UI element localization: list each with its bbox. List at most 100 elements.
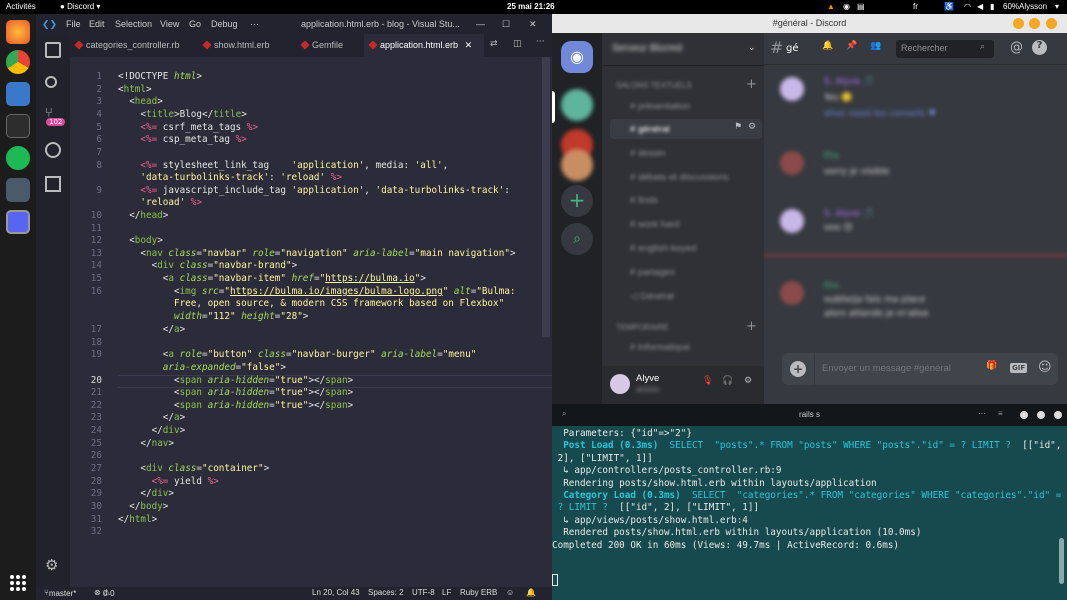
avatar[interactable] — [610, 374, 630, 394]
chrome-icon[interactable] — [6, 50, 30, 74]
maximize-button[interactable] — [1037, 411, 1045, 419]
server-menu-chevron-icon[interactable]: ⌄ — [748, 43, 756, 53]
problems-indicator[interactable]: ⊗ 0 ⚠ 0 — [94, 588, 115, 598]
emoji-icon[interactable]: ☺ — [1038, 360, 1052, 375]
help-icon[interactable]: ? — [1032, 40, 1047, 55]
tab-show-html-erb[interactable]: show.html.erb — [198, 34, 292, 57]
channel-item[interactable]: # dessin — [630, 148, 665, 159]
discord-icon[interactable] — [6, 210, 30, 234]
firefox-icon[interactable] — [6, 20, 30, 44]
notifications-bell-icon[interactable]: 🔔 — [526, 588, 536, 597]
minimize-icon[interactable]: — — [476, 19, 485, 29]
menu-selection[interactable]: Selection — [115, 19, 152, 29]
headphones-icon[interactable]: 🎧 — [722, 376, 733, 386]
server-name[interactable]: Serveur Blurred — [612, 43, 682, 54]
invite-icon[interactable]: ⚑ — [734, 122, 742, 132]
language-indicator[interactable]: fr — [913, 2, 918, 11]
cursor-position[interactable]: Ln 20, Col 43 — [312, 588, 360, 597]
language-mode[interactable]: Ruby ERB — [460, 588, 497, 597]
add-channel-icon[interactable]: + — [746, 319, 757, 334]
code-editor[interactable]: 1 2 3 4 5 6 7 8 9 10 11 12 13 14 15 16 17 18 19 20 21 22 23 24 2… — [70, 57, 552, 587]
close-icon[interactable]: ✕ — [529, 19, 537, 30]
finder-icon[interactable] — [6, 82, 30, 106]
encoding[interactable]: UTF-8 — [412, 588, 435, 597]
close-button[interactable] — [1046, 18, 1057, 29]
channel-item[interactable]: # débats et discussions — [630, 172, 729, 183]
menu-more[interactable]: ··· — [250, 19, 259, 29]
clock[interactable]: 25 mai 21:26 — [507, 2, 555, 11]
channel-item[interactable]: # english-keyed — [630, 243, 697, 254]
split-editor-icon[interactable]: ◫ — [513, 39, 522, 49]
volume-icon[interactable]: ◀ — [977, 2, 983, 11]
channel-item[interactable]: # informatique — [630, 342, 690, 353]
menu-debug[interactable]: Debug — [211, 19, 238, 29]
menu-view[interactable]: View — [160, 19, 179, 29]
maximize-button[interactable] — [1029, 18, 1040, 29]
menu-go[interactable]: Go — [189, 19, 201, 29]
channel-item-general[interactable]: # général — [630, 124, 670, 135]
debug-icon[interactable] — [45, 142, 61, 158]
eye-icon[interactable]: ◉ — [843, 2, 850, 11]
battery-icon[interactable]: ▮ — [990, 2, 994, 11]
channel-item[interactable]: # partages — [630, 267, 675, 278]
channel-item[interactable]: # présentation — [630, 101, 690, 112]
category-header[interactable]: TEMPORAIRE — [616, 323, 669, 332]
terminal-search-icon[interactable]: ⌕ — [562, 409, 566, 419]
message-input[interactable]: + Envoyer un message #général 🎁 GIF ☺ — [782, 353, 1058, 385]
server-icon[interactable] — [561, 89, 593, 121]
add-channel-icon[interactable]: + — [746, 77, 757, 92]
menu-edit[interactable]: Edit — [89, 19, 105, 29]
minimize-button[interactable] — [1020, 411, 1028, 419]
bell-icon[interactable]: 🔔 — [822, 41, 833, 51]
channel-item[interactable]: ◁ Général — [630, 291, 674, 302]
maximize-icon[interactable]: ☐ — [502, 19, 510, 30]
server-icon[interactable] — [561, 149, 593, 181]
gift-icon[interactable]: 🎁 — [986, 361, 997, 371]
wifi-icon[interactable]: ◠ — [964, 2, 971, 11]
user-settings-gear-icon[interactable]: ⚙ — [744, 376, 752, 386]
user-menu[interactable]: Alysson — [1019, 2, 1047, 11]
feedback-smiley-icon[interactable]: ☺ — [506, 588, 514, 597]
mentions-icon[interactable]: @ — [1010, 40, 1023, 55]
members-icon[interactable]: 👥 — [870, 41, 881, 51]
activities-button[interactable]: Activités — [6, 2, 36, 11]
add-server-icon[interactable]: + — [561, 185, 593, 217]
minimize-button[interactable] — [1013, 18, 1024, 29]
terminal-menu-icon[interactable]: ⋯ — [978, 409, 986, 418]
channel-item[interactable]: # work hard — [630, 219, 680, 230]
close-button[interactable] — [1054, 411, 1062, 419]
attach-file-icon[interactable]: + — [790, 361, 806, 377]
spotify-icon[interactable] — [6, 146, 30, 170]
search-icon[interactable] — [45, 76, 57, 88]
menu-file[interactable]: File — [66, 19, 81, 29]
end-of-line[interactable]: LF — [442, 588, 451, 597]
discord-home-icon[interactable]: ◉ — [561, 41, 593, 73]
tab-categories-controller[interactable]: categories_controller.rb — [70, 34, 196, 57]
settings-gear-icon[interactable]: ⚙ — [45, 556, 61, 574]
tab-application-html-erb[interactable]: application.html.erb ✕ — [364, 34, 484, 57]
category-header[interactable]: SALONS TEXTUELS — [616, 81, 692, 90]
explorer-icon[interactable] — [45, 42, 61, 58]
search-input[interactable]: Rechercher ⌕ — [896, 40, 994, 58]
pin-icon[interactable]: 📌 — [846, 41, 857, 51]
tab-gemfile[interactable]: Gemfile — [296, 34, 362, 57]
tab-close-icon[interactable]: ✕ — [465, 40, 473, 50]
channel-item[interactable]: # finds — [630, 195, 658, 206]
show-applications-icon[interactable] — [10, 575, 26, 591]
image-viewer-icon[interactable] — [6, 178, 30, 202]
terminal-scrollbar[interactable] — [1059, 538, 1064, 584]
open-changes-icon[interactable]: ⇄ — [490, 39, 498, 49]
folder-icon[interactable]: ▤ — [857, 2, 865, 11]
extensions-icon[interactable] — [45, 176, 61, 192]
system-menu-chevron-icon[interactable]: ▾ — [1055, 2, 1059, 11]
microphone-muted-icon[interactable]: 🎙 — [702, 376, 713, 386]
current-app-menu[interactable]: ● Discord ▾ — [60, 2, 100, 11]
editor-more-icon[interactable]: ··· — [536, 37, 545, 47]
vlc-icon[interactable]: ▲ — [827, 2, 835, 11]
channel-settings-gear-icon[interactable]: ⚙ — [748, 122, 756, 132]
terminal-icon[interactable] — [6, 114, 30, 138]
editor-scrollbar[interactable] — [542, 57, 550, 337]
indentation[interactable]: Spaces: 2 — [368, 588, 404, 597]
explore-servers-icon[interactable]: ⌕ — [561, 223, 593, 255]
accessibility-icon[interactable]: ♿ — [944, 2, 954, 11]
